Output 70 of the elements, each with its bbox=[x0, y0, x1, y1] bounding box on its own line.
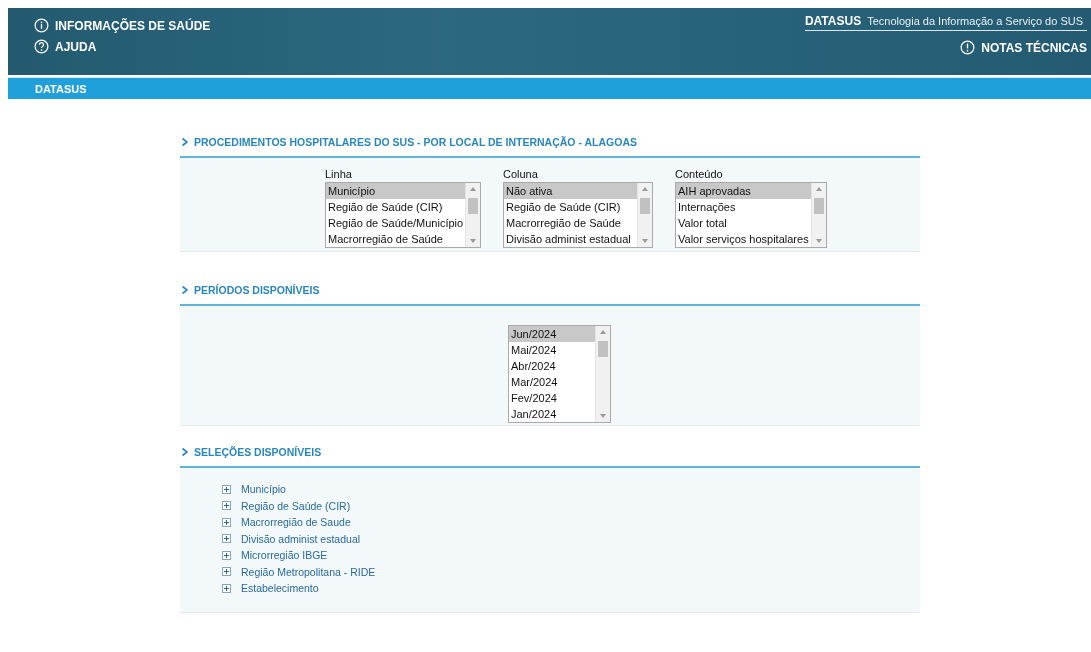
list-label: Linha bbox=[325, 168, 353, 180]
list-option[interactable]: Valor serviços hospitalares bbox=[676, 231, 811, 247]
brand-name: DATASUS bbox=[804, 14, 862, 28]
list-option[interactable]: Internações bbox=[676, 199, 811, 215]
list-option[interactable]: Região de Saúde (CIR) bbox=[326, 199, 465, 215]
list-box[interactable]: AIH aprovadas Internações Valor total Valor serviços hospitalares bbox=[675, 182, 827, 248]
list-option[interactable]: Macrorregião de Saúde bbox=[504, 215, 637, 231]
scroll-up-icon[interactable] bbox=[816, 187, 822, 191]
list-option[interactable]: Região de Saúde/Município bbox=[326, 215, 465, 231]
expand-icon[interactable] bbox=[222, 567, 231, 577]
notes-link[interactable]: NOTAS TÉCNICAS bbox=[960, 40, 1087, 55]
list-option[interactable]: Divisão administ estadual bbox=[504, 231, 637, 247]
tree-item[interactable]: Município bbox=[241, 483, 286, 496]
scroll-thumb[interactable] bbox=[468, 198, 478, 214]
tree-item[interactable]: Região de Saúde (CIR) bbox=[241, 499, 351, 512]
help-icon bbox=[34, 39, 49, 54]
header-link[interactable]: AJUDA bbox=[34, 39, 211, 54]
chevron-icon bbox=[182, 138, 188, 146]
tree-item[interactable]: Microrregião IBGE bbox=[241, 549, 328, 562]
scroll-down-icon[interactable] bbox=[816, 239, 822, 243]
scrollbar[interactable] bbox=[465, 183, 480, 247]
scroll-thumb[interactable] bbox=[598, 341, 608, 357]
scroll-down-icon[interactable] bbox=[600, 414, 606, 418]
expand-icon[interactable] bbox=[222, 501, 231, 511]
tree-item[interactable]: Macrorregião de Saude bbox=[241, 516, 351, 529]
list-label: Coluna bbox=[503, 168, 539, 180]
scrollbar[interactable] bbox=[595, 326, 610, 422]
scroll-down-icon[interactable] bbox=[470, 239, 476, 243]
list-option[interactable]: Não ativa bbox=[504, 183, 637, 199]
expand-icon[interactable] bbox=[222, 484, 231, 494]
scroll-up-icon[interactable] bbox=[600, 330, 606, 334]
scrollbar[interactable] bbox=[811, 183, 826, 247]
list-option[interactable]: Macrorregião de Saúde bbox=[326, 231, 465, 247]
list-box[interactable]: Município Região de Saúde (CIR) Região de Saúde/Município Macrorregião de Saúde bbox=[325, 182, 481, 248]
scroll-thumb[interactable] bbox=[814, 198, 824, 214]
breadcrumb-text: DATASUS bbox=[35, 82, 87, 95]
tree-item[interactable]: Divisão administ estadual bbox=[241, 532, 361, 545]
list-option[interactable]: Jan/2024 bbox=[509, 406, 595, 422]
section-title: SELEÇÕES DISPONÍVEIS bbox=[194, 446, 322, 458]
list-option[interactable]: AIH aprovadas bbox=[676, 183, 811, 199]
tree-item[interactable]: Região Metropolitana - RIDE bbox=[241, 565, 376, 578]
scroll-thumb[interactable] bbox=[640, 198, 650, 214]
brand-tagline: Tecnologia da Informação a Serviço do SUS bbox=[867, 15, 1083, 27]
list-option[interactable]: Jun/2024 bbox=[509, 326, 595, 342]
list-option[interactable]: Região de Saúde (CIR) bbox=[504, 199, 637, 215]
chevron-icon bbox=[182, 448, 188, 456]
header-link[interactable]: INFORMAÇÕES DE SAÚDE bbox=[34, 18, 211, 33]
scroll-up-icon[interactable] bbox=[470, 187, 476, 191]
list-option[interactable]: Mai/2024 bbox=[509, 342, 595, 358]
expand-icon[interactable] bbox=[222, 517, 231, 527]
scroll-up-icon[interactable] bbox=[642, 187, 648, 191]
list-option[interactable]: Fev/2024 bbox=[509, 390, 595, 406]
list-box[interactable]: Não ativa Região de Saúde (CIR) Macrorregião de Saúde Divisão administ estadual bbox=[503, 182, 653, 248]
scrollbar[interactable] bbox=[637, 183, 652, 247]
list-option[interactable]: Mar/2024 bbox=[509, 374, 595, 390]
list-box[interactable]: Jun/2024 Mai/2024 Abr/2024 Mar/2024 Fev/2024 Jan/2024 bbox=[508, 325, 611, 423]
section-title: PROCEDIMENTOS HOSPITALARES DO SUS - POR LOCAL DE INTERNAÇÃO - ALAGOAS bbox=[194, 136, 637, 148]
scroll-down-icon[interactable] bbox=[642, 239, 648, 243]
expand-icon[interactable] bbox=[222, 534, 231, 544]
tree-item[interactable]: Estabelecimento bbox=[241, 582, 319, 595]
list-option[interactable]: Município bbox=[326, 183, 465, 199]
info-icon bbox=[34, 18, 49, 33]
alert-icon bbox=[960, 40, 976, 55]
list-label: Conteúdo bbox=[675, 168, 724, 180]
section-title: PERÍODOS DISPONÍVEIS bbox=[194, 284, 320, 296]
expand-icon[interactable] bbox=[222, 583, 231, 593]
list-option[interactable]: Valor total bbox=[676, 215, 811, 231]
list-option[interactable]: Abr/2024 bbox=[509, 358, 595, 374]
expand-icon[interactable] bbox=[222, 550, 231, 560]
chevron-icon bbox=[182, 286, 188, 294]
